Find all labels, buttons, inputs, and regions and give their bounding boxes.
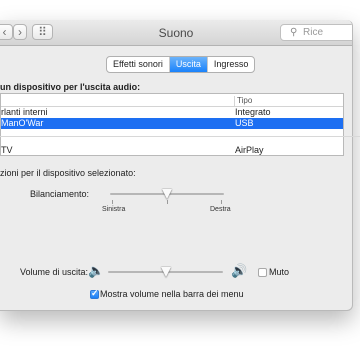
device-type: Integrato [235,107,271,117]
table-row-selected[interactable]: ManO'War USB [1,118,343,129]
device-name: TV [1,145,13,155]
balance-tick-left [112,200,113,204]
settings-heading: zioni per il dispositivo selezionato: [0,168,136,178]
table-divider [0,136,360,137]
device-name: rlanti interni [1,107,48,117]
table-header: Tipo [1,94,343,107]
column-header-tipo: Tipo [234,96,252,106]
balance-label: Bilanciamento: [30,189,90,199]
speaker-low-icon: 🔈 [88,263,105,278]
tab-effetti-sonori[interactable]: Effetti sonori [107,57,170,72]
tab-ingresso[interactable]: Ingresso [208,57,255,72]
output-device-table[interactable]: Tipo rlanti interni Integrato ManO'War U… [0,93,344,156]
tab-bar: Effetti sonori Uscita Ingresso [106,56,256,73]
search-placeholder: Rice [303,27,324,38]
table-row[interactable]: rlanti interni Integrato [1,107,343,118]
speaker-high-icon: 🔊 [231,263,248,278]
balance-tick-center [167,200,168,204]
balance-left-label: Sinistra [102,206,126,213]
mute-checkbox[interactable] [258,268,267,277]
show-volume-menubar-label: Mostra volume nella barra dei menu [100,289,244,299]
balance-slider-knob[interactable] [162,189,172,199]
balance-right-label: Destra [210,206,231,213]
show-volume-menubar-checkbox[interactable] [90,288,99,299]
device-name: ManO'War [1,118,44,128]
device-type: AirPlay [235,145,264,155]
balance-tick-right [221,200,222,204]
table-row[interactable]: TV AirPlay [1,145,343,156]
search-field[interactable]: ⚲ Rice [280,24,352,41]
search-icon: ⚲ [290,27,298,38]
output-device-heading: un dispositivo per l'uscita audio: [0,82,141,92]
title-bar: ‹ › ⠿ Suono ⚲ Rice [0,20,352,46]
device-type: USB [235,118,254,128]
volume-slider-knob[interactable] [160,267,171,277]
tab-uscita[interactable]: Uscita [169,57,208,72]
mute-label: Muto [269,267,290,277]
volume-label: Volume di uscita: [20,267,89,277]
